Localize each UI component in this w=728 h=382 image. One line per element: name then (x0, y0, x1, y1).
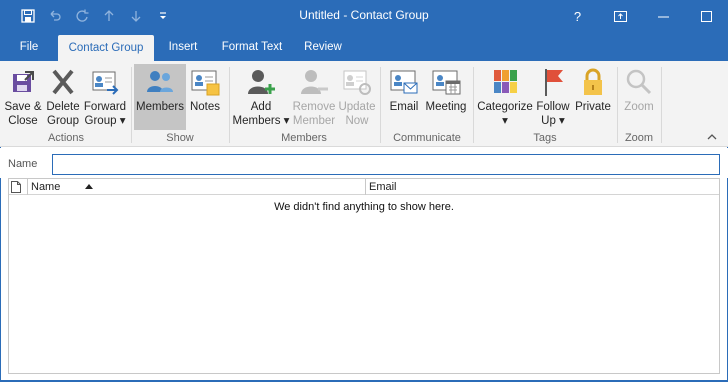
group-name-input[interactable] (52, 154, 720, 175)
group-separator (473, 67, 474, 143)
forward-group-button[interactable]: Forward Group ▾ (83, 64, 127, 130)
help-button[interactable]: ? (556, 0, 599, 32)
meeting-icon (432, 70, 461, 95)
follow-up-button[interactable]: Follow Up ▾ (534, 64, 572, 130)
group-label-zoom: Zoom (624, 132, 654, 144)
group-name-row: Name (0, 148, 728, 178)
group-separator (617, 67, 618, 143)
add-members-button[interactable]: Add Members ▾ (232, 64, 290, 130)
group-label-members: Members (281, 132, 327, 144)
update-now-icon (343, 70, 371, 95)
delete-icon (52, 69, 74, 95)
item-type-column[interactable] (11, 179, 25, 195)
private-button[interactable]: Private (573, 64, 613, 130)
members-list[interactable]: Name Email We didn't find anything to sh… (8, 178, 720, 374)
remove-member-button[interactable]: Remove Member (291, 64, 337, 130)
group-label-communicate: Communicate (393, 132, 461, 144)
members-view-button[interactable]: Members (134, 64, 186, 130)
email-button[interactable]: Email (387, 64, 421, 130)
save-icon[interactable] (14, 6, 41, 26)
sort-ascending-icon (85, 184, 93, 189)
save-close-button[interactable]: Save & Close (3, 64, 43, 130)
magnifier-icon (626, 69, 652, 95)
title-bar: Untitled - Contact Group ? (0, 0, 728, 32)
ribbon-tab-row: File Contact Group Insert Format Text Re… (0, 32, 728, 61)
redo-icon[interactable] (68, 6, 95, 26)
remove-member-icon (301, 70, 328, 94)
undo-icon[interactable] (41, 6, 68, 26)
list-header: Name Email (9, 179, 719, 195)
group-label-tags: Tags (533, 132, 557, 144)
update-now-button[interactable]: Update Now (338, 64, 376, 130)
customize-qat-icon[interactable] (149, 6, 176, 26)
empty-list-message: We didn't find anything to show here. (274, 201, 454, 213)
notes-icon (191, 70, 220, 96)
tab-format-text[interactable]: Format Text (214, 34, 290, 61)
tab-insert[interactable]: Insert (160, 34, 206, 61)
tab-contact-group[interactable]: Contact Group (58, 35, 154, 61)
add-members-icon (248, 70, 275, 94)
minimize-button[interactable] (642, 0, 685, 32)
window-title: Untitled - Contact Group (299, 8, 429, 22)
column-header-email[interactable]: Email (365, 179, 705, 195)
quick-access-toolbar (14, 6, 176, 26)
tab-file[interactable]: File (10, 34, 48, 61)
ribbon-display-options-button[interactable] (599, 0, 642, 32)
maximize-button[interactable] (685, 0, 728, 32)
down-arrow-icon[interactable] (122, 6, 149, 26)
email-icon (390, 70, 418, 94)
categorize-icon (494, 70, 517, 93)
categorize-button[interactable]: Categorize ▾ (477, 64, 533, 130)
column-header-name[interactable]: Name (27, 179, 365, 195)
group-label-actions: Actions (47, 132, 85, 144)
save-close-icon (13, 71, 34, 92)
zoom-button[interactable]: Zoom (621, 64, 657, 130)
members-icon (147, 71, 173, 92)
collapse-ribbon-icon[interactable] (707, 132, 719, 144)
forward-group-icon (92, 71, 119, 95)
delete-group-button[interactable]: Delete Group (44, 64, 82, 130)
flag-icon (545, 69, 563, 96)
group-separator (380, 67, 381, 143)
tab-review[interactable]: Review (298, 34, 348, 61)
name-label: Name (8, 158, 38, 170)
group-label-show: Show (166, 132, 194, 144)
document-icon (11, 181, 21, 193)
ribbon: Save & Close Delete Group Forward Group … (0, 61, 728, 147)
up-arrow-icon[interactable] (95, 6, 122, 26)
group-separator (661, 67, 662, 143)
notes-view-button[interactable]: Notes (188, 64, 222, 130)
meeting-button[interactable]: Meeting (423, 64, 469, 130)
lock-icon (584, 68, 602, 95)
